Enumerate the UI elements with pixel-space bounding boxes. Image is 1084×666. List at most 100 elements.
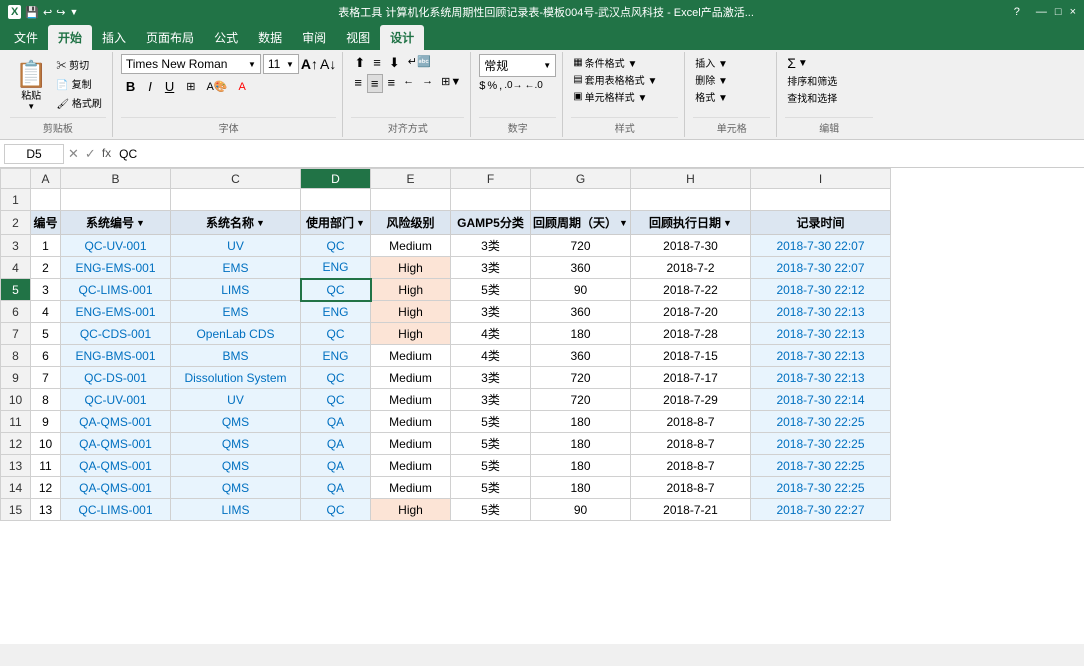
col-c[interactable]: C bbox=[171, 169, 301, 189]
row-12-header[interactable]: 12 bbox=[1, 433, 31, 455]
cell-d1[interactable] bbox=[301, 189, 371, 211]
quick-save-icon[interactable]: 💾 bbox=[25, 6, 39, 19]
cell-e6[interactable]: High bbox=[371, 301, 451, 323]
cell-g1[interactable] bbox=[531, 189, 631, 211]
cell-g15[interactable]: 90 bbox=[531, 499, 631, 521]
cell-f4[interactable]: 3类 bbox=[451, 257, 531, 279]
help-icon[interactable]: ? bbox=[1014, 6, 1020, 18]
merge-button[interactable]: ⊞▼ bbox=[438, 74, 464, 93]
cell-b15[interactable]: QC-LIMS-001 bbox=[61, 499, 171, 521]
delete-button[interactable]: 删除 ▼ bbox=[693, 71, 770, 88]
redo-icon[interactable]: ↪ bbox=[56, 6, 65, 19]
row-2-header-num[interactable]: 2 bbox=[1, 211, 31, 235]
cell-h8[interactable]: 2018-7-15 bbox=[631, 345, 751, 367]
cell-h6[interactable]: 2018-7-20 bbox=[631, 301, 751, 323]
cell-f1[interactable] bbox=[451, 189, 531, 211]
cell-a4[interactable]: 2 bbox=[31, 257, 61, 279]
cell-c13[interactable]: QMS bbox=[171, 455, 301, 477]
indent-increase-button[interactable]: → bbox=[419, 74, 436, 93]
cell-a12[interactable]: 10 bbox=[31, 433, 61, 455]
cell-i15[interactable]: 2018-7-30 22:27 bbox=[751, 499, 891, 521]
insert-button[interactable]: 插入 ▼ bbox=[693, 54, 770, 71]
tab-view[interactable]: 视图 bbox=[336, 25, 380, 50]
cell-h4[interactable]: 2018-7-2 bbox=[631, 257, 751, 279]
cell-i12[interactable]: 2018-7-30 22:25 bbox=[751, 433, 891, 455]
tab-data[interactable]: 数据 bbox=[248, 25, 292, 50]
cell-a10[interactable]: 8 bbox=[31, 389, 61, 411]
cell-i11[interactable]: 2018-7-30 22:25 bbox=[751, 411, 891, 433]
cell-b8[interactable]: ENG-BMS-001 bbox=[61, 345, 171, 367]
close-icon[interactable]: × bbox=[1070, 6, 1076, 18]
filter-arrow-d[interactable]: ▼ bbox=[356, 218, 365, 228]
cell-c4[interactable]: EMS bbox=[171, 257, 301, 279]
cell-d7[interactable]: QC bbox=[301, 323, 371, 345]
cell-i8[interactable]: 2018-7-30 22:13 bbox=[751, 345, 891, 367]
cell-i3[interactable]: 2018-7-30 22:07 bbox=[751, 235, 891, 257]
table-format-button[interactable]: ▤ 套用表格格式 ▼ bbox=[571, 71, 678, 88]
wrap-text-button[interactable]: ↵🔤 bbox=[405, 54, 434, 72]
cell-a13[interactable]: 11 bbox=[31, 455, 61, 477]
cell-e10[interactable]: Medium bbox=[371, 389, 451, 411]
cell-b13[interactable]: QA-QMS-001 bbox=[61, 455, 171, 477]
cell-g12[interactable]: 180 bbox=[531, 433, 631, 455]
col-d[interactable]: D bbox=[301, 169, 371, 189]
cell-g7[interactable]: 180 bbox=[531, 323, 631, 345]
row-3-header[interactable]: 3 bbox=[1, 235, 31, 257]
cell-a7[interactable]: 5 bbox=[31, 323, 61, 345]
cell-d10[interactable]: QC bbox=[301, 389, 371, 411]
decimal-increase-button[interactable]: .0→ bbox=[504, 80, 522, 92]
cell-b5[interactable]: QC-LIMS-001 bbox=[61, 279, 171, 301]
row-10-header[interactable]: 10 bbox=[1, 389, 31, 411]
cell-f7[interactable]: 4类 bbox=[451, 323, 531, 345]
cell-d6[interactable]: ENG bbox=[301, 301, 371, 323]
font-name-selector[interactable]: Times New Roman ▼ bbox=[121, 54, 261, 74]
cell-reference-box[interactable]: D5 bbox=[4, 144, 64, 164]
autosum-button[interactable]: Σ ▼ bbox=[785, 54, 873, 72]
cell-i14[interactable]: 2018-7-30 22:25 bbox=[751, 477, 891, 499]
align-top-button[interactable]: ⬆ bbox=[351, 54, 368, 72]
sort-filter-button[interactable]: 排序和筛选 bbox=[785, 72, 873, 89]
cell-f15[interactable]: 5类 bbox=[451, 499, 531, 521]
cell-e7[interactable]: High bbox=[371, 323, 451, 345]
header-num[interactable]: 编号 bbox=[31, 211, 61, 235]
col-e[interactable]: E bbox=[371, 169, 451, 189]
cell-i5[interactable]: 2018-7-30 22:12 bbox=[751, 279, 891, 301]
decimal-decrease-button[interactable]: ←.0 bbox=[525, 80, 543, 92]
cell-d8[interactable]: ENG bbox=[301, 345, 371, 367]
align-bottom-button[interactable]: ⬇ bbox=[386, 54, 403, 72]
cell-e9[interactable]: Medium bbox=[371, 367, 451, 389]
cell-g8[interactable]: 360 bbox=[531, 345, 631, 367]
cell-f14[interactable]: 5类 bbox=[451, 477, 531, 499]
tab-pagelayout[interactable]: 页面布局 bbox=[136, 25, 204, 50]
font-decrease-icon[interactable]: A↓ bbox=[320, 56, 336, 72]
cell-d3[interactable]: QC bbox=[301, 235, 371, 257]
cell-h15[interactable]: 2018-7-21 bbox=[631, 499, 751, 521]
cell-c9[interactable]: Dissolution System bbox=[171, 367, 301, 389]
confirm-formula-icon[interactable]: ✓ bbox=[85, 146, 96, 162]
tab-review[interactable]: 审阅 bbox=[292, 25, 336, 50]
cell-g13[interactable]: 180 bbox=[531, 455, 631, 477]
cell-a1[interactable] bbox=[31, 189, 61, 211]
font-color-button[interactable]: A bbox=[235, 80, 250, 94]
cell-g6[interactable]: 360 bbox=[531, 301, 631, 323]
cell-c1[interactable] bbox=[171, 189, 301, 211]
cell-e15[interactable]: High bbox=[371, 499, 451, 521]
row-7-header[interactable]: 7 bbox=[1, 323, 31, 345]
filter-arrow-g[interactable]: ▼ bbox=[619, 218, 628, 228]
copy-button[interactable]: 📄 复制 bbox=[54, 75, 103, 92]
cell-e12[interactable]: Medium bbox=[371, 433, 451, 455]
cell-d11[interactable]: QA bbox=[301, 411, 371, 433]
cell-f6[interactable]: 3类 bbox=[451, 301, 531, 323]
cell-e13[interactable]: Medium bbox=[371, 455, 451, 477]
header-gamp[interactable]: GAMP5分类 bbox=[451, 211, 531, 235]
filter-arrow-b[interactable]: ▼ bbox=[136, 218, 145, 228]
cell-h14[interactable]: 2018-8-7 bbox=[631, 477, 751, 499]
cell-b11[interactable]: QA-QMS-001 bbox=[61, 411, 171, 433]
row-11-header[interactable]: 11 bbox=[1, 411, 31, 433]
conditional-format-button[interactable]: ▦ 条件格式 ▼ bbox=[571, 54, 678, 71]
cell-a15[interactable]: 13 bbox=[31, 499, 61, 521]
cell-g11[interactable]: 180 bbox=[531, 411, 631, 433]
restore-icon[interactable]: □ bbox=[1055, 6, 1062, 18]
cell-i4[interactable]: 2018-7-30 22:07 bbox=[751, 257, 891, 279]
font-increase-icon[interactable]: A↑ bbox=[301, 56, 318, 72]
